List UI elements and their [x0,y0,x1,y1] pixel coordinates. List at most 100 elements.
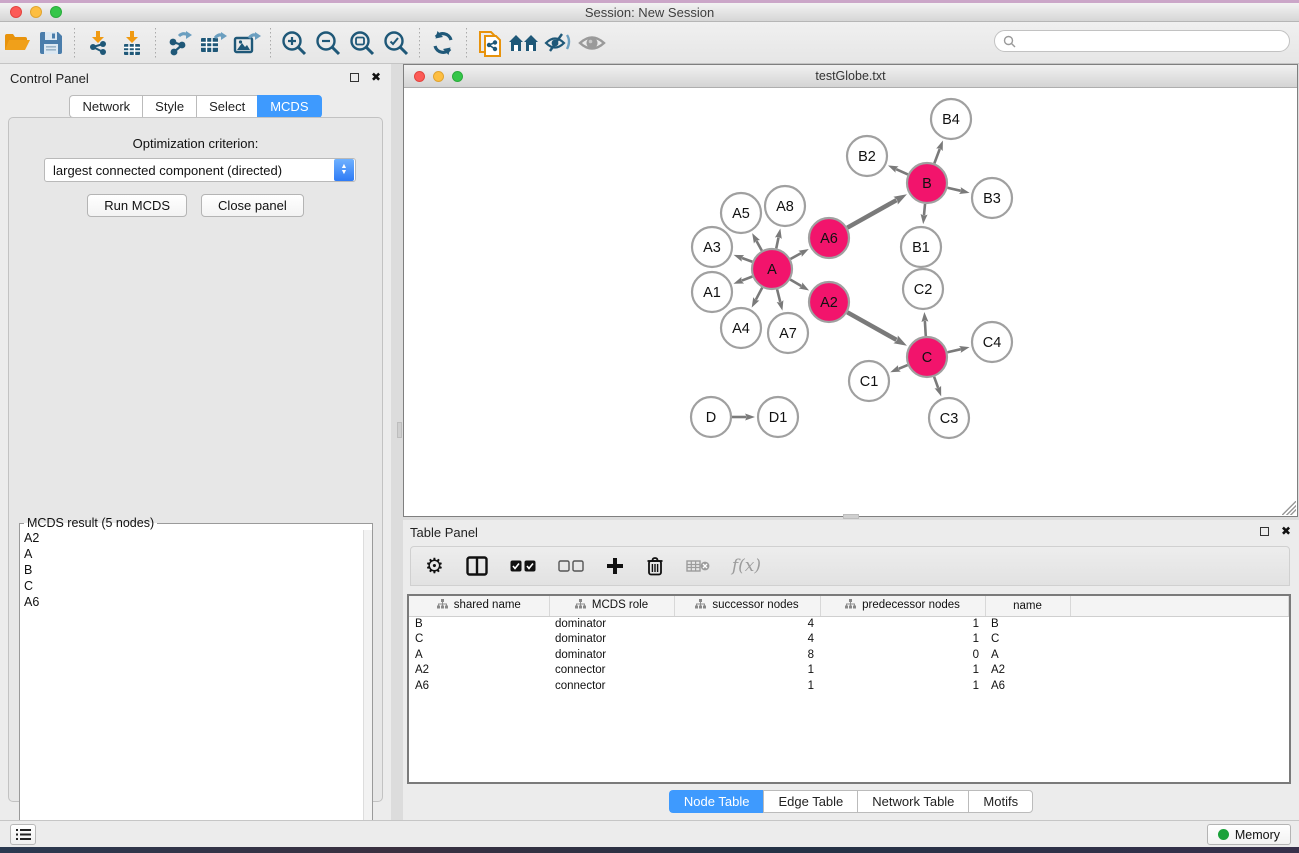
add-column-icon[interactable] [606,557,624,575]
table-cell[interactable]: A [409,647,549,663]
select-all-checked-icon[interactable] [510,560,536,572]
run-mcds-button[interactable]: Run MCDS [87,194,187,217]
graph-edge-A-A1[interactable] [742,277,753,281]
table-cell[interactable]: B [985,616,1070,632]
table-cell[interactable]: 4 [674,616,820,632]
mcds-result-item[interactable]: B [20,562,372,578]
table-cell[interactable]: 1 [820,678,985,694]
col-successor-nodes[interactable]: successor nodes [674,596,820,616]
table-cell[interactable]: dominator [549,616,674,632]
function-builder-fx-icon[interactable]: f(x) [732,556,761,576]
open-folder-icon[interactable] [0,26,34,60]
delete-column-trash-icon[interactable] [646,556,664,576]
node-table[interactable]: shared name MCDS role successor nodes pr… [407,594,1291,784]
table-cell[interactable]: 1 [820,616,985,632]
network-canvas[interactable]: B4B2BB3A8A5A6A3B1AA1C2A2A4A7CC4C1C3DD1 [404,88,1297,516]
graph-node-B2[interactable]: B2 [847,136,887,176]
graph-node-A5[interactable]: A5 [721,193,761,233]
table-cell[interactable]: A2 [409,663,549,679]
col-predecessor-nodes[interactable]: predecessor nodes [820,596,985,616]
graph-edge-A6-B[interactable] [847,200,896,228]
col-name[interactable]: name [985,596,1070,616]
graph-node-A4[interactable]: A4 [721,308,761,348]
graph-node-A2[interactable]: A2 [809,282,849,322]
graph-node-B3[interactable]: B3 [972,178,1012,218]
table-cell[interactable]: 1 [674,663,820,679]
zoom-in-icon[interactable] [277,26,311,60]
table-cell[interactable]: 1 [820,663,985,679]
table-cell[interactable]: 0 [820,647,985,663]
tab-mcds[interactable]: MCDS [257,95,321,118]
houses-icon[interactable] [507,26,541,60]
graph-node-A8[interactable]: A8 [765,186,805,226]
optimization-criterion-select[interactable]: largest connected component (directed) ▲… [44,158,356,182]
tab-style[interactable]: Style [142,95,196,118]
graph-node-A6[interactable]: A6 [809,218,849,258]
graph-node-A1[interactable]: A1 [692,272,732,312]
import-network-icon[interactable] [81,26,115,60]
table-row[interactable]: A6connector11A6 [409,678,1289,694]
graph-edge-B-B4[interactable] [934,149,939,163]
table-cell[interactable]: 4 [674,632,820,648]
table-cell[interactable]: 1 [820,632,985,648]
clone-network-icon[interactable] [473,26,507,60]
table-cell[interactable]: C [985,632,1070,648]
memory-button[interactable]: Memory [1207,824,1291,845]
zoom-selected-icon[interactable] [379,26,413,60]
window-resize-grip[interactable] [1282,501,1296,515]
graph-node-B[interactable]: B [907,163,947,203]
network-window-titlebar[interactable]: testGlobe.txt [404,65,1297,88]
graph-edge-B-B2[interactable] [896,169,908,174]
eye-slash-icon[interactable] [541,26,575,60]
eye-icon[interactable] [575,26,609,60]
graph-edge-A-A5[interactable] [756,241,761,251]
tab-network[interactable]: Network [69,95,142,118]
graph-node-C2[interactable]: C2 [903,269,943,309]
graph-edge-A-A2[interactable] [790,280,801,286]
float-table-panel-icon[interactable] [1260,527,1269,536]
table-cell[interactable]: C [409,632,549,648]
save-session-icon[interactable] [34,26,68,60]
graph-edge-A-A6[interactable] [790,253,800,259]
graph-node-C[interactable]: C [907,337,947,377]
table-cell[interactable]: B [409,616,549,632]
graph-edge-A-A7[interactable] [777,289,780,302]
tab-select[interactable]: Select [196,95,257,118]
graph-node-B4[interactable]: B4 [931,99,971,139]
export-network-icon[interactable] [162,26,196,60]
tab-node-table[interactable]: Node Table [669,790,764,813]
graph-edge-C-C2[interactable] [925,321,926,336]
column-view-icon[interactable] [466,556,488,576]
table-cell[interactable]: dominator [549,632,674,648]
table-row[interactable]: A2connector11A2 [409,663,1289,679]
graph-node-A3[interactable]: A3 [692,227,732,267]
mcds-result-item[interactable]: A2 [20,530,372,546]
graph-edge-B-B3[interactable] [947,188,960,191]
result-scrollbar[interactable] [363,530,372,853]
table-row[interactable]: Cdominator41C [409,632,1289,648]
table-cell[interactable]: A [985,647,1070,663]
graph-node-A7[interactable]: A7 [768,313,808,353]
graph-edge-A2-C[interactable] [847,312,896,340]
tab-network-table[interactable]: Network Table [857,790,968,813]
tab-edge-table[interactable]: Edge Table [763,790,857,813]
table-settings-gear-icon[interactable]: ⚙ [425,556,444,577]
graph-edge-C-C1[interactable] [899,365,908,369]
mcds-result-item[interactable]: C [20,578,372,594]
tab-motifs[interactable]: Motifs [968,790,1033,813]
network-graph[interactable]: B4B2BB3A8A5A6A3B1AA1C2A2A4A7CC4C1C3DD1 [404,88,1297,516]
graph-edge-A-A4[interactable] [756,288,762,300]
close-panel-icon[interactable]: ✖ [371,71,381,83]
graph-edge-B-B1[interactable] [924,204,925,215]
graph-node-B1[interactable]: B1 [901,227,941,267]
mcds-result-item[interactable]: A [20,546,372,562]
table-row[interactable]: Adominator80A [409,647,1289,663]
graph-edge-A-A8[interactable] [776,237,778,248]
table-cell[interactable]: connector [549,678,674,694]
delete-table-icon[interactable] [686,559,710,573]
graph-node-D1[interactable]: D1 [758,397,798,437]
deselect-all-icon[interactable] [558,560,584,572]
mcds-result-item[interactable]: A6 [20,594,372,610]
vertical-splitter-handle[interactable] [397,422,402,438]
zoom-out-icon[interactable] [311,26,345,60]
